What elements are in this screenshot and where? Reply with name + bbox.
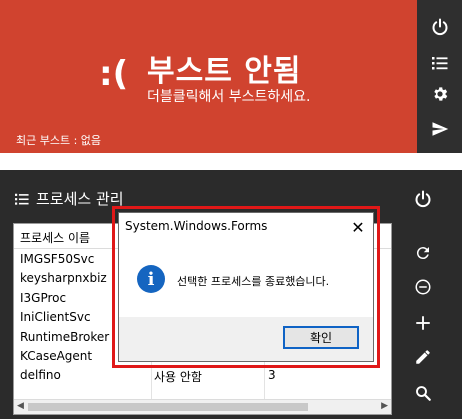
list-icon (15, 193, 29, 205)
ok-button[interactable]: 확인 (283, 326, 359, 349)
power-button[interactable] (400, 184, 445, 214)
power-icon (432, 18, 447, 36)
list-icon (431, 57, 447, 70)
add-button[interactable] (400, 308, 445, 338)
dialog-footer: 확인 (119, 317, 373, 361)
process-sidebar (396, 170, 462, 419)
sad-face: :( (99, 54, 129, 94)
process-manager-title: 프로세스 관리 (36, 190, 124, 208)
process-name: I3GProc (20, 290, 67, 305)
plus-icon (415, 316, 430, 330)
scroll-thumb[interactable] (28, 403, 308, 411)
boost-status-title: 부스트 안됨 (147, 54, 302, 89)
table-row[interactable]: delfino 사용 안함 3 (14, 366, 391, 385)
remove-button[interactable] (400, 272, 445, 302)
process-name: KCaseAgent (20, 348, 93, 363)
minus-circle-icon (415, 279, 430, 295)
boost-panel[interactable]: :( 부스트 안됨 더블클릭해서 부스트하세요. 최근 부스트 : 없음 (0, 0, 417, 153)
search-icon (415, 386, 431, 401)
process-name: RuntimeBroker (20, 329, 110, 344)
process-status: 사용 안함 (154, 370, 202, 385)
send-icon (432, 122, 448, 136)
process-name: keysharpnxbiz (20, 271, 107, 286)
process-count: 3 (268, 368, 276, 383)
close-icon[interactable]: ✕ (347, 216, 369, 238)
refresh-button[interactable] (400, 238, 445, 268)
recent-boost-label: 최근 부스트 : 없음 (16, 134, 102, 147)
send-button[interactable] (417, 114, 462, 144)
scroll-right-icon[interactable]: ▶ (381, 401, 388, 411)
settings-button[interactable] (417, 79, 462, 109)
dialog-title: System.Windows.Forms (125, 219, 268, 233)
gear-icon (433, 87, 447, 101)
process-name: delfino (20, 368, 61, 383)
scroll-left-icon[interactable]: ◀ (17, 401, 24, 411)
power-icon (415, 190, 430, 208)
refresh-icon (416, 247, 429, 260)
edit-button[interactable] (400, 342, 445, 372)
horizontal-scrollbar[interactable]: ◀ ▶ (14, 399, 391, 414)
process-name: IniClientSvc (20, 310, 91, 325)
top-sidebar (417, 0, 462, 153)
pencil-icon (415, 350, 430, 364)
list-button[interactable] (417, 48, 462, 78)
info-icon: i (137, 265, 165, 293)
column-header-name[interactable]: 프로세스 이름 (20, 229, 90, 246)
process-name: IMGSF50Svc (20, 252, 95, 266)
search-button[interactable] (400, 378, 445, 408)
dialog-message: 선택한 프로세스를 종료했습니다. (177, 275, 330, 288)
dialog-titlebar[interactable]: System.Windows.Forms ✕ (119, 213, 373, 241)
boost-hint: 더블클릭해서 부스트하세요. (147, 89, 311, 105)
process-manager-header: 프로세스 관리 (14, 188, 124, 209)
message-dialog: System.Windows.Forms ✕ i 선택한 프로세스를 종료했습니… (118, 212, 374, 362)
power-button[interactable] (417, 12, 462, 42)
